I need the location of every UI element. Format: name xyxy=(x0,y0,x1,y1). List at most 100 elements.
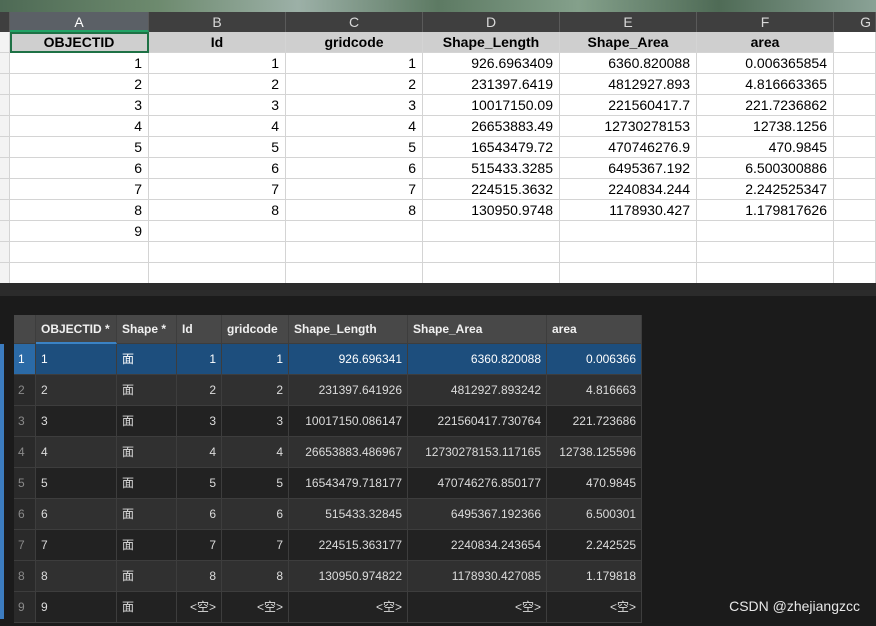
sheet-cell[interactable]: 9 xyxy=(10,221,149,242)
attribute-cell[interactable]: 面 xyxy=(117,499,177,530)
attribute-cell[interactable]: 0.006366 xyxy=(547,344,642,375)
row-stub[interactable] xyxy=(0,95,10,116)
attribute-cell[interactable]: 4 xyxy=(222,437,289,468)
attribute-cell[interactable]: 面 xyxy=(117,592,177,623)
row-number[interactable]: 3 xyxy=(14,406,36,437)
sheet-cell[interactable] xyxy=(697,221,834,242)
attribute-header-cell[interactable]: Id xyxy=(177,315,222,344)
attribute-cell[interactable]: 130950.974822 xyxy=(289,561,408,592)
sheet-cell-g[interactable] xyxy=(834,263,876,284)
attribute-table-row[interactable]: 6 6 面 6 6 515433.32845 6495367.192366 6.500301 xyxy=(0,499,642,530)
attribute-cell[interactable]: 面 xyxy=(117,530,177,561)
attribute-cell[interactable]: <空> xyxy=(289,592,408,623)
attribute-cell[interactable]: 515433.32845 xyxy=(289,499,408,530)
sheet-cell-g[interactable] xyxy=(834,200,876,221)
sheet-cell-g[interactable] xyxy=(834,95,876,116)
attribute-cell[interactable]: 4 xyxy=(36,437,117,468)
sheet-cell[interactable]: 0.006365854 xyxy=(697,53,834,74)
attribute-cell[interactable]: 6 xyxy=(222,499,289,530)
attribute-cell[interactable]: 7 xyxy=(36,530,117,561)
sheet-cell-empty[interactable] xyxy=(149,242,286,263)
attribute-cell[interactable]: 8 xyxy=(222,561,289,592)
attribute-cell[interactable]: 2 xyxy=(36,375,117,406)
row-stub[interactable] xyxy=(0,53,10,74)
row-number[interactable]: 8 xyxy=(14,561,36,592)
sheet-cell[interactable] xyxy=(560,221,697,242)
row-stub[interactable] xyxy=(0,137,10,158)
sheet-cell[interactable]: 926.6963409 xyxy=(423,53,560,74)
sheet-cell-empty[interactable] xyxy=(10,242,149,263)
sheet-cell[interactable]: 1 xyxy=(286,53,423,74)
attribute-cell[interactable]: 6 xyxy=(36,499,117,530)
column-header-d[interactable]: D xyxy=(423,12,560,32)
sheet-cell[interactable]: 2.242525347 xyxy=(697,179,834,200)
sheet-cell[interactable]: 1178930.427 xyxy=(560,200,697,221)
sheet-cell-empty[interactable] xyxy=(149,263,286,284)
sheet-cell[interactable]: 6495367.192 xyxy=(560,158,697,179)
attribute-cell[interactable]: 8 xyxy=(177,561,222,592)
sheet-cell[interactable]: 224515.3632 xyxy=(423,179,560,200)
attribute-cell[interactable]: 面 xyxy=(117,437,177,468)
sheet-cell[interactable]: 8 xyxy=(286,200,423,221)
sheet-cell-g[interactable] xyxy=(834,116,876,137)
sheet-cell-empty[interactable] xyxy=(10,263,149,284)
sheet-cell-empty[interactable] xyxy=(423,242,560,263)
row-number[interactable]: 1 xyxy=(14,344,36,375)
sheet-cell[interactable]: 2 xyxy=(149,74,286,95)
sheet-header-cell[interactable]: Id xyxy=(149,32,286,53)
sheet-cell[interactable]: 130950.9748 xyxy=(423,200,560,221)
row-stub[interactable] xyxy=(0,158,10,179)
sheet-cell-empty[interactable] xyxy=(423,263,560,284)
sheet-cell[interactable]: 8 xyxy=(10,200,149,221)
sheet-cell[interactable]: 10017150.09 xyxy=(423,95,560,116)
sheet-cell[interactable]: 4.816663365 xyxy=(697,74,834,95)
sheet-cell[interactable]: 12730278153 xyxy=(560,116,697,137)
sheet-cell[interactable]: 12738.1256 xyxy=(697,116,834,137)
attribute-cell[interactable]: 12738.125596 xyxy=(547,437,642,468)
attribute-cell[interactable]: 221560417.730764 xyxy=(408,406,547,437)
attribute-cell[interactable]: <空> xyxy=(222,592,289,623)
sheet-cell[interactable]: 5 xyxy=(10,137,149,158)
sheet-cell[interactable]: 231397.6419 xyxy=(423,74,560,95)
sheet-cell[interactable]: 1 xyxy=(149,53,286,74)
row-number[interactable]: 5 xyxy=(14,468,36,499)
sheet-cell[interactable]: 1 xyxy=(10,53,149,74)
sheet-cell[interactable]: 4 xyxy=(149,116,286,137)
sheet-cell[interactable] xyxy=(286,221,423,242)
attribute-table-row[interactable]: 4 4 面 4 4 26653883.486967 12730278153.117165 12… xyxy=(0,437,642,468)
attribute-cell[interactable]: 231397.641926 xyxy=(289,375,408,406)
sheet-header-cell[interactable]: OBJECTID xyxy=(10,32,149,53)
attribute-cell[interactable]: 5 xyxy=(177,468,222,499)
attribute-cell[interactable]: 面 xyxy=(117,468,177,499)
attribute-cell[interactable]: 1 xyxy=(222,344,289,375)
sheet-cell[interactable] xyxy=(149,221,286,242)
attribute-cell[interactable]: 1 xyxy=(177,344,222,375)
sheet-header-cell[interactable]: Shape_Area xyxy=(560,32,697,53)
row-stub[interactable] xyxy=(0,242,10,263)
attribute-header-cell[interactable]: Shape_Length xyxy=(289,315,408,344)
attribute-cell[interactable]: 面 xyxy=(117,344,177,375)
sheet-cell-g[interactable] xyxy=(834,221,876,242)
attribute-cell[interactable]: 面 xyxy=(117,406,177,437)
sheet-cell[interactable]: 470746276.9 xyxy=(560,137,697,158)
sheet-cell[interactable]: 1.179817626 xyxy=(697,200,834,221)
attribute-cell[interactable]: 1.179818 xyxy=(547,561,642,592)
attribute-cell[interactable]: 8 xyxy=(36,561,117,592)
attribute-header-cell[interactable]: OBJECTID * xyxy=(36,315,117,344)
attribute-table-row[interactable]: 7 7 面 7 7 224515.363177 2240834.243654 2.242525 xyxy=(0,530,642,561)
row-number[interactable]: 7 xyxy=(14,530,36,561)
sheet-cell[interactable]: 3 xyxy=(286,95,423,116)
attribute-cell[interactable]: 6 xyxy=(177,499,222,530)
sheet-cell[interactable]: 4 xyxy=(10,116,149,137)
attribute-cell[interactable]: 926.696341 xyxy=(289,344,408,375)
attribute-cell[interactable]: 1178930.427085 xyxy=(408,561,547,592)
sheet-cell[interactable]: 6.500300886 xyxy=(697,158,834,179)
row-number[interactable]: 2 xyxy=(14,375,36,406)
attribute-table-row[interactable]: 3 3 面 3 3 10017150.086147 221560417.730764 221.… xyxy=(0,406,642,437)
select-all-corner[interactable] xyxy=(0,12,10,32)
attribute-cell[interactable]: 5 xyxy=(222,468,289,499)
sheet-cell[interactable]: 4 xyxy=(286,116,423,137)
attribute-cell[interactable]: 6495367.192366 xyxy=(408,499,547,530)
attribute-cell[interactable]: 3 xyxy=(36,406,117,437)
sheet-cell-empty[interactable] xyxy=(697,263,834,284)
